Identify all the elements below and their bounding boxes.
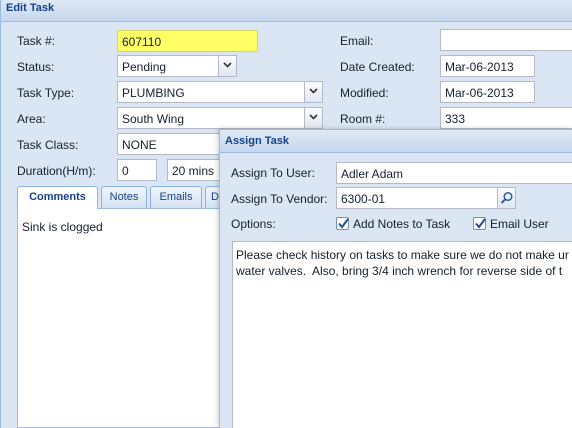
options-label: Options: xyxy=(231,217,276,231)
date-created-label: Date Created: xyxy=(340,60,415,74)
task-type-select[interactable]: PLUMBING xyxy=(117,81,323,103)
tab-emails[interactable]: Emails xyxy=(150,186,202,208)
task-type-label: Task Type: xyxy=(17,86,75,100)
assign-user-label: Assign To User: xyxy=(231,166,315,180)
assign-notes-textarea[interactable]: Please check history on tasks to make su… xyxy=(232,241,572,428)
edit-task-header[interactable]: Edit Task xyxy=(1,0,572,22)
task-class-select[interactable]: NONE xyxy=(117,133,227,155)
tab-notes[interactable]: Notes xyxy=(101,186,147,208)
chevron-down-icon xyxy=(309,88,318,94)
assign-vendor-label: Assign To Vendor: xyxy=(231,192,328,206)
vendor-search-button[interactable] xyxy=(497,188,515,208)
assign-task-window: Assign Task Assign To User: Adler Adam A… xyxy=(219,129,572,428)
date-created-field[interactable]: Mar-06-2013 xyxy=(440,55,535,77)
magnifier-icon xyxy=(500,191,513,204)
assign-task-title: Assign Task xyxy=(225,135,289,147)
status-select[interactable]: Pending xyxy=(117,55,237,77)
area-select[interactable]: South Wing xyxy=(117,107,323,129)
status-dropdown-trigger[interactable] xyxy=(218,56,236,76)
area-dropdown-trigger[interactable] xyxy=(304,108,322,128)
email-user-checkbox[interactable] xyxy=(473,217,486,230)
edit-task-title: Edit Task xyxy=(6,2,55,14)
task-class-label: Task Class: xyxy=(17,138,79,152)
duration-hours-field[interactable]: 0 xyxy=(117,159,157,181)
task-number-field[interactable]: 607110 xyxy=(117,30,258,52)
room-label: Room #: xyxy=(340,112,386,126)
status-value: Pending xyxy=(122,60,167,74)
email-label: Email: xyxy=(340,34,374,48)
status-label: Status: xyxy=(17,60,55,74)
comments-text: Sink is clogged xyxy=(22,220,103,234)
checkmark-icon xyxy=(338,218,349,229)
area-label: Area: xyxy=(17,112,46,126)
email-field[interactable] xyxy=(440,29,572,51)
chevron-down-icon xyxy=(223,62,232,68)
comments-panel[interactable]: Sink is clogged xyxy=(17,208,227,428)
assign-task-header[interactable]: Assign Task xyxy=(220,130,572,153)
task-type-dropdown-trigger[interactable] xyxy=(304,82,322,102)
tab-comments[interactable]: Comments xyxy=(17,186,98,209)
area-value: South Wing xyxy=(122,112,185,126)
modified-field[interactable]: Mar-06-2013 xyxy=(440,81,535,103)
add-notes-checkbox[interactable] xyxy=(336,217,349,230)
task-number-label: Task #: xyxy=(17,34,56,48)
assign-vendor-field[interactable]: 6300-01 xyxy=(336,187,516,209)
room-field[interactable]: 333 xyxy=(440,107,572,129)
assign-user-field[interactable]: Adler Adam xyxy=(336,162,572,184)
email-user-label: Email User xyxy=(490,217,549,231)
duration-minutes-select[interactable]: 20 mins xyxy=(167,159,223,181)
checkmark-icon xyxy=(475,218,486,229)
add-notes-label: Add Notes to Task xyxy=(353,217,451,231)
modified-label: Modified: xyxy=(340,86,389,100)
task-class-value: NONE xyxy=(122,138,157,152)
assign-vendor-value: 6300-01 xyxy=(341,192,386,206)
chevron-down-icon xyxy=(309,114,318,120)
duration-label: Duration(H/m): xyxy=(17,164,96,178)
task-type-value: PLUMBING xyxy=(122,86,185,100)
